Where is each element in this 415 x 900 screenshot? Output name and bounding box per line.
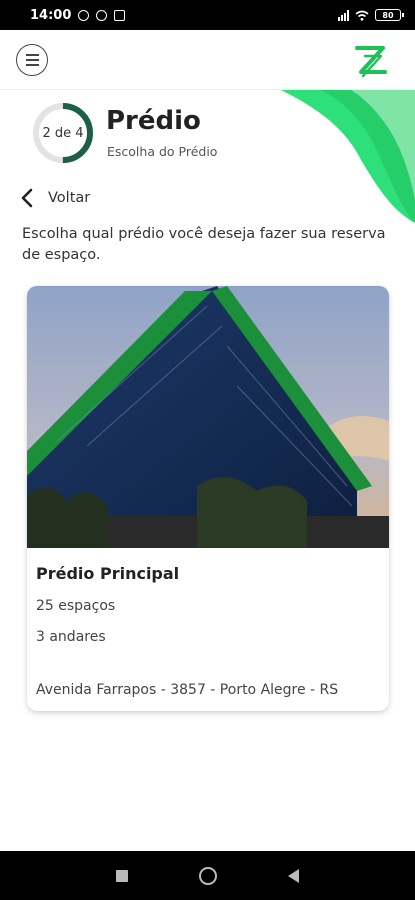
alarm-icon <box>78 9 90 21</box>
wifi-icon <box>355 10 369 21</box>
z-logo-icon[interactable] <box>353 42 389 78</box>
battery-level: 80 <box>382 10 394 20</box>
back-button[interactable]: Voltar <box>20 185 90 211</box>
signal-icon <box>338 9 349 21</box>
building-spaces: 25 espaços <box>36 598 116 614</box>
status-bar: 14:00 80 <box>0 0 415 30</box>
system-nav-bar <box>0 851 415 900</box>
chevron-left-icon <box>21 188 33 208</box>
status-time: 14:00 <box>30 7 72 23</box>
page-subtitle: Escolha do Prédio <box>107 144 218 159</box>
recent-apps-icon[interactable] <box>115 869 128 882</box>
building-floors: 3 andares <box>36 629 106 645</box>
battery-icon: 80 <box>375 9 404 21</box>
back-triangle-icon[interactable] <box>288 868 300 883</box>
building-name: Prédio Principal <box>36 564 180 583</box>
notification-icon <box>96 9 108 21</box>
building-card[interactable]: Prédio Principal 25 espaços 3 andares Av… <box>27 286 389 711</box>
building-address: Avenida Farrapos - 3857 - Porto Alegre -… <box>36 682 339 698</box>
hamburger-menu-icon[interactable] <box>16 44 48 76</box>
message-icon <box>114 9 126 21</box>
instruction-text: Escolha qual prédio você deseja fazer su… <box>22 226 386 263</box>
page-title: Prédio <box>106 106 201 136</box>
back-label: Voltar <box>48 190 91 206</box>
app-header <box>0 30 415 90</box>
step-indicator: 2 de 4 <box>42 125 84 141</box>
building-photo <box>27 286 389 548</box>
decorative-wave <box>281 90 415 223</box>
home-icon[interactable] <box>198 866 217 885</box>
